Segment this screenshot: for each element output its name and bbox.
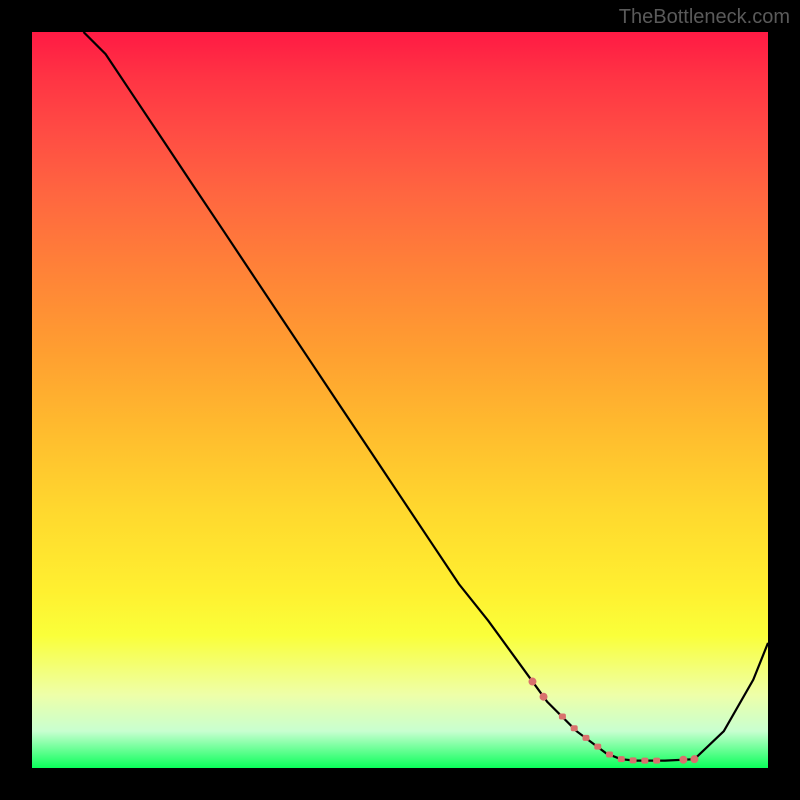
chart-container: TheBottleneck.com: [0, 0, 800, 800]
bottleneck-curve: [84, 32, 769, 761]
watermark-text: TheBottleneck.com: [619, 6, 790, 29]
optimal-region-markers: [528, 678, 698, 764]
curve-svg: [32, 32, 768, 768]
plot-area: [32, 32, 768, 768]
